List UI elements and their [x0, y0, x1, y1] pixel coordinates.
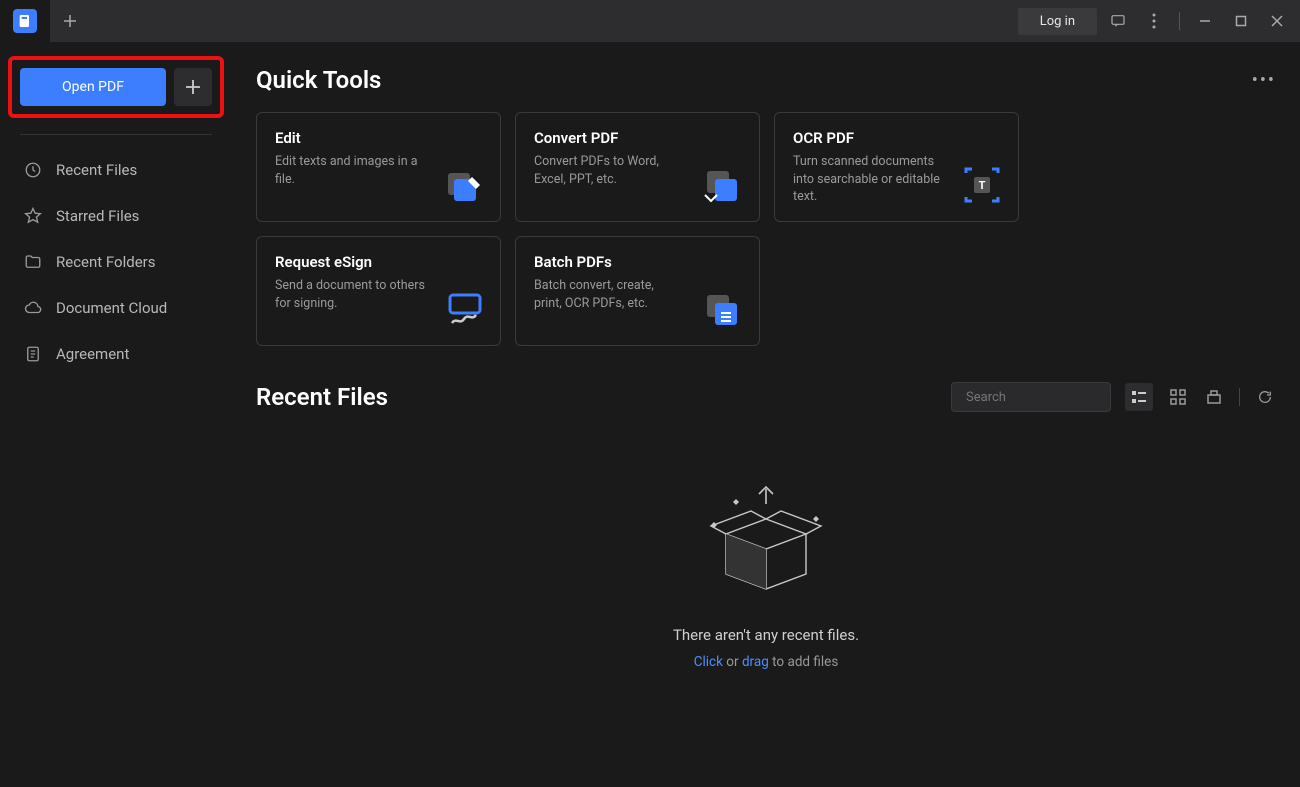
list-view-icon[interactable]: [1125, 383, 1153, 411]
empty-state-text: There aren't any recent files.: [256, 626, 1276, 644]
feedback-icon[interactable]: [1103, 6, 1133, 36]
grid-view-icon[interactable]: [1167, 386, 1189, 408]
document-icon: [24, 345, 42, 363]
tool-esign[interactable]: Request eSign Send a document to others …: [256, 236, 501, 346]
tool-card-title: Batch PDFs: [534, 253, 741, 271]
search-box[interactable]: [951, 382, 1111, 412]
refresh-icon[interactable]: [1254, 386, 1276, 408]
minimize-icon[interactable]: [1190, 6, 1220, 36]
sidebar-divider: [20, 134, 212, 135]
more-tools-icon[interactable]: •••: [1252, 70, 1276, 91]
search-input[interactable]: [966, 390, 1132, 405]
open-pdf-highlight: Open PDF: [8, 56, 224, 118]
tool-card-title: Request eSign: [275, 253, 482, 271]
tool-ocr[interactable]: OCR PDF Turn scanned documents into sear…: [774, 112, 1019, 222]
sidebar-item-label: Agreement: [56, 345, 129, 363]
pin-view-icon[interactable]: [1203, 386, 1225, 408]
sidebar-item-label: Starred Files: [56, 207, 139, 225]
tool-card-desc: Turn scanned documents into searchable o…: [793, 153, 943, 206]
sidebar-item-agreement[interactable]: Agreement: [0, 331, 232, 377]
maximize-icon[interactable]: [1226, 6, 1256, 36]
quick-tools-title: Quick Tools: [256, 66, 381, 94]
drag-link[interactable]: drag: [742, 654, 769, 670]
empty-state-subtext: Click or drag to add files: [256, 654, 1276, 670]
close-icon[interactable]: [1262, 6, 1292, 36]
empty-tail-text: to add files: [769, 654, 839, 670]
edit-icon: [442, 163, 486, 207]
create-pdf-button[interactable]: [174, 68, 212, 106]
sidebar-item-label: Recent Files: [56, 161, 137, 179]
ocr-icon: T: [960, 163, 1004, 207]
sidebar: Open PDF Recent Files Starred Files Rece…: [0, 42, 232, 787]
tool-card-desc: Batch convert, create, print, OCR PDFs, …: [534, 277, 684, 312]
cloud-icon: [24, 299, 42, 317]
sidebar-item-document-cloud[interactable]: Document Cloud: [0, 285, 232, 331]
tool-convert[interactable]: Convert PDF Convert PDFs to Word, Excel,…: [515, 112, 760, 222]
titlebar-divider: [1179, 12, 1180, 30]
sidebar-item-recent-files[interactable]: Recent Files: [0, 147, 232, 193]
tool-batch[interactable]: Batch PDFs Batch convert, create, print,…: [515, 236, 760, 346]
main-content: Quick Tools ••• Edit Edit texts and imag…: [232, 42, 1300, 787]
convert-icon: [701, 163, 745, 207]
star-icon: [24, 207, 42, 225]
tool-card-desc: Edit texts and images in a file.: [275, 153, 425, 188]
empty-box-icon: [696, 474, 836, 604]
tool-card-title: OCR PDF: [793, 129, 1000, 147]
click-link[interactable]: Click: [694, 654, 723, 670]
new-tab-button[interactable]: [50, 0, 90, 42]
svg-text:T: T: [979, 179, 986, 192]
recent-controls: [951, 382, 1276, 412]
app-logo-icon: [13, 9, 37, 33]
sidebar-item-starred-files[interactable]: Starred Files: [0, 193, 232, 239]
folder-icon: [24, 253, 42, 271]
login-button[interactable]: Log in: [1018, 8, 1097, 35]
tool-card-desc: Send a document to others for signing.: [275, 277, 425, 312]
kebab-menu-icon[interactable]: [1139, 6, 1169, 36]
open-pdf-button[interactable]: Open PDF: [20, 68, 166, 106]
sidebar-item-label: Recent Folders: [56, 253, 156, 271]
tool-card-title: Edit: [275, 129, 482, 147]
tool-edit[interactable]: Edit Edit texts and images in a file.: [256, 112, 501, 222]
empty-or-text: or: [723, 654, 742, 670]
esign-icon: [442, 287, 486, 331]
controls-divider: [1239, 388, 1240, 406]
clock-icon: [24, 161, 42, 179]
quick-tools-grid: Edit Edit texts and images in a file. Co…: [256, 112, 1276, 346]
batch-icon: [701, 287, 745, 331]
titlebar: Log in: [0, 0, 1300, 42]
titlebar-left: [0, 0, 90, 42]
app-home-tab[interactable]: [0, 0, 50, 42]
empty-state: There aren't any recent files. Click or …: [256, 424, 1276, 670]
sidebar-item-recent-folders[interactable]: Recent Folders: [0, 239, 232, 285]
recent-files-title: Recent Files: [256, 383, 388, 411]
tool-card-title: Convert PDF: [534, 129, 741, 147]
titlebar-right: Log in: [1018, 6, 1300, 36]
sidebar-item-label: Document Cloud: [56, 299, 167, 317]
tool-card-desc: Convert PDFs to Word, Excel, PPT, etc.: [534, 153, 684, 188]
